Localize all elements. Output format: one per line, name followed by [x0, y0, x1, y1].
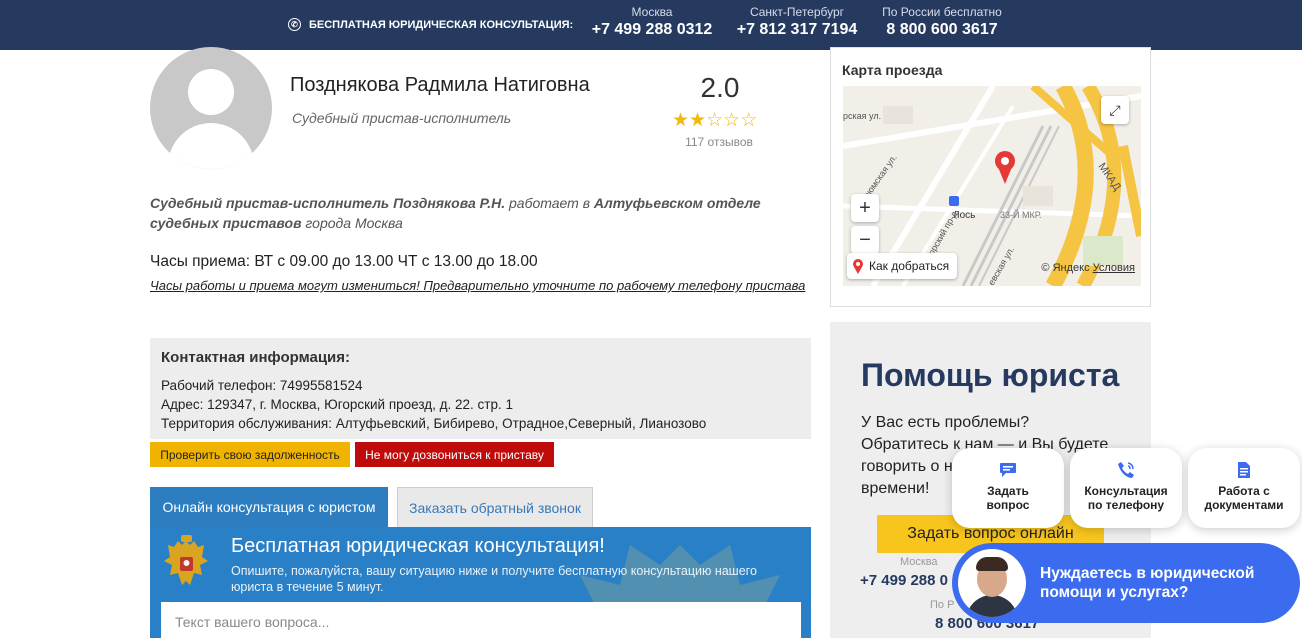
consultation-subtitle: Опишите, пожалуйста, вашу ситуацию ниже … — [231, 564, 757, 594]
consultation-panel: Бесплатная юридическая консультация! Опи… — [150, 527, 811, 638]
contact-info-box: Контактная информация: Рабочий телефон: … — [150, 338, 811, 439]
map-zoom-out-button[interactable]: − — [851, 226, 879, 254]
description: Судебный пристав-исполнитель Позднякова … — [150, 193, 790, 233]
free-consultation-label: ✆ БЕСПЛАТНАЯ ЮРИДИЧЕСКАЯ КОНСУЛЬТАЦИЯ: — [288, 18, 573, 31]
tab-online-consultation[interactable]: Онлайн консультация с юристом — [150, 487, 388, 527]
person-role: Судебный пристав-исполнитель — [292, 110, 512, 126]
help-city-russia: По Р — [930, 599, 955, 611]
top-bar: ✆ БЕСПЛАТНАЯ ЮРИДИЧЕСКАЯ КОНСУЛЬТАЦИЯ: М… — [0, 0, 1302, 50]
contact-phone: Рабочий телефон: 74995581524 — [161, 378, 363, 393]
reception-hours-note: Часы работы и приема могут измениться! П… — [150, 278, 806, 293]
description-city: города Москва — [301, 215, 403, 231]
city-russia[interactable]: По России бесплатно 8 800 600 3617 — [880, 5, 1004, 39]
help-phone-moscow[interactable]: +7 499 288 0 — [860, 572, 948, 589]
description-role-name: Судебный пристав-исполнитель Позднякова … — [150, 195, 506, 211]
person-name: Позднякова Радмила Натиговна — [290, 74, 590, 96]
map-card: Карта проезда рская ул. Угрюмская ул. МК… — [830, 47, 1151, 307]
map-zoom-in-button[interactable]: + — [851, 194, 879, 222]
contact-address: Адрес: 129347, г. Москва, Югорский проез… — [161, 397, 513, 412]
check-debt-button[interactable]: Проверить свою задолженность — [150, 442, 350, 467]
map-label-street1: рская ул. — [843, 111, 881, 121]
cant-call-button[interactable]: Не могу дозвониться к приставу — [355, 442, 554, 467]
map-copyright: © Яндекс Условия — [1041, 262, 1135, 274]
description-text: работает в — [505, 195, 594, 211]
need-help-text: Нуждаетесь в юридической помощи и услуга… — [1040, 565, 1255, 601]
document-icon — [1234, 460, 1254, 480]
question-input[interactable] — [161, 602, 801, 638]
help-city-moscow: Москва — [900, 556, 938, 568]
star-filled-icon: ★ — [689, 110, 707, 131]
float-ask-question[interactable]: Задать вопрос — [952, 448, 1064, 528]
map-route-button[interactable]: Как добраться — [847, 253, 958, 279]
map-label-district: 33-Й МКР. — [1000, 209, 1042, 220]
avatar-placeholder — [150, 47, 272, 169]
lawyer-avatar — [958, 549, 1026, 617]
rating-value: 2.0 — [700, 72, 740, 103]
rating-stars: ★★☆☆☆ — [672, 109, 757, 132]
city-moscow[interactable]: Москва +7 499 288 0312 — [590, 5, 714, 39]
lawyer-help-title: Помощь юриста — [861, 357, 1120, 393]
star-empty-icon: ☆ — [740, 110, 758, 131]
map-title: Карта проезда — [842, 62, 943, 78]
float-phone-consultation[interactable]: Консультация по телефону — [1070, 448, 1182, 528]
map-terms-link[interactable]: Условия — [1093, 262, 1135, 274]
yandex-map[interactable]: рская ул. Угрюмская ул. МКАД Лось 33-Й М… — [843, 86, 1141, 286]
avatar-body-shape — [168, 123, 254, 169]
star-filled-icon: ★ — [672, 110, 690, 131]
map-fullscreen-button[interactable]: ⤢ — [1101, 96, 1129, 124]
avatar-head-shape — [188, 69, 234, 115]
reception-hours: Часы приема: ВТ с 09.00 до 13.00 ЧТ с 13… — [150, 253, 538, 270]
tab-callback[interactable]: Заказать обратный звонок — [397, 487, 593, 527]
contact-info-title: Контактная информация: — [161, 349, 351, 366]
chat-bubble-icon — [998, 460, 1018, 480]
phone-call-icon — [1116, 460, 1136, 480]
float-documents[interactable]: Работа с документами — [1188, 448, 1300, 528]
review-count[interactable]: 117 отзывов — [670, 135, 768, 149]
map-route-pin-icon — [853, 259, 863, 274]
city-spb[interactable]: Санкт-Петербург +7 812 317 7194 — [735, 5, 859, 39]
star-empty-icon: ☆ — [706, 110, 724, 131]
contact-territory: Территория обслуживания: Алтуфьевский, Б… — [161, 416, 707, 431]
need-help-chat-button[interactable]: Нуждаетесь в юридической помощи и услуга… — [952, 543, 1300, 623]
consultation-title: Бесплатная юридическая консультация! — [231, 535, 605, 557]
coat-of-arms-icon — [164, 535, 208, 585]
star-empty-icon: ☆ — [723, 110, 741, 131]
phone-icon: ✆ — [288, 18, 301, 31]
